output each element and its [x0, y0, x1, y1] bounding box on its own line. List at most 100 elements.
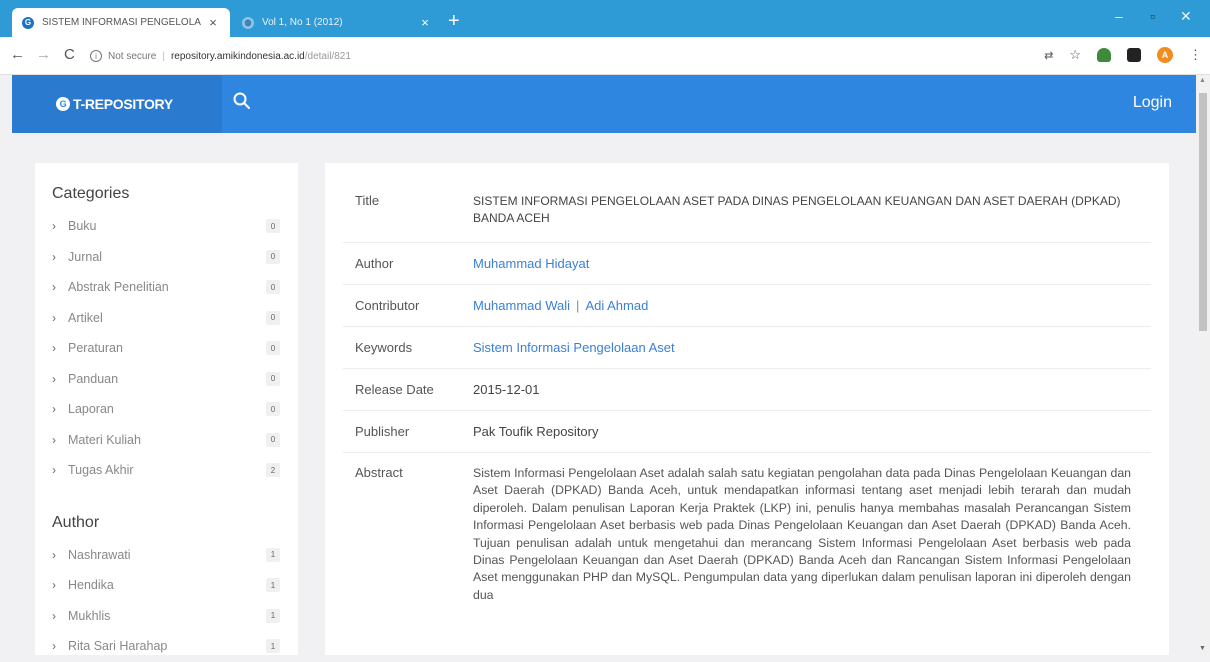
- brand-logo[interactable]: G T-REPOSITORY: [12, 75, 222, 133]
- sidebar-item-category[interactable]: › Abstrak Penelitian 0: [52, 272, 280, 303]
- chevron-right-icon: ›: [52, 608, 56, 623]
- tab-title: SISTEM INFORMASI PENGELOLA: [42, 17, 201, 28]
- count-badge: 0: [266, 402, 280, 417]
- minimize-icon[interactable]: –: [1115, 8, 1123, 24]
- contributor-link[interactable]: Adi Ahmad: [585, 298, 648, 313]
- chevron-right-icon: ›: [52, 547, 56, 562]
- count-badge: 0: [266, 249, 280, 264]
- count-badge: 0: [266, 432, 280, 447]
- sidebar-item-label: Panduan: [68, 371, 119, 386]
- browser-toolbar: ← → C i Not secure | repository.amikindo…: [0, 37, 1210, 75]
- sidebar-item-label: Rita Sari Harahap: [68, 639, 168, 654]
- chevron-right-icon: ›: [52, 310, 56, 325]
- detail-label: Release Date: [355, 382, 434, 397]
- restore-icon[interactable]: ▫: [1150, 8, 1155, 24]
- back-arrow-icon[interactable]: ←: [10, 46, 25, 63]
- detail-label: Abstract: [355, 465, 403, 480]
- sidebar-item-label: Tugas Akhir: [68, 463, 134, 478]
- translate-icon[interactable]: ⇄: [1044, 49, 1053, 62]
- tab-title: Vol 1, No 1 (2012): [262, 17, 343, 28]
- sidebar-item-category[interactable]: › Materi Kuliah 0: [52, 425, 280, 456]
- close-window-icon[interactable]: ✕: [1180, 8, 1192, 25]
- document-title: SISTEM INFORMASI PENGELOLAAN ASET PADA D…: [473, 194, 1121, 225]
- sidebar-item-author[interactable]: › Hendika 1: [52, 570, 280, 601]
- sidebar-item-category[interactable]: › Artikel 0: [52, 303, 280, 334]
- sidebar-item-category[interactable]: › Laporan 0: [52, 394, 280, 425]
- new-tab-icon[interactable]: +: [448, 10, 460, 32]
- count-badge: 0: [266, 280, 280, 295]
- profile-avatar[interactable]: A: [1157, 47, 1173, 63]
- chevron-right-icon: ›: [52, 432, 56, 447]
- browser-tab-inactive[interactable]: ◍ Vol 1, No 1 (2012) ×: [232, 8, 442, 37]
- sidebar-item-label: Laporan: [68, 402, 114, 417]
- star-icon[interactable]: ☆: [1069, 47, 1081, 63]
- count-badge: 2: [266, 463, 280, 478]
- scroll-down-arrow-icon[interactable]: ▼: [1199, 645, 1206, 652]
- search-icon[interactable]: [230, 89, 254, 113]
- forward-arrow-icon[interactable]: →: [36, 46, 51, 63]
- sidebar-item-category[interactable]: › Buku 0: [52, 211, 280, 242]
- sidebar-item-label: Materi Kuliah: [68, 432, 141, 447]
- address-bar[interactable]: i Not secure | repository.amikindonesia.…: [90, 43, 1020, 69]
- extension-area: ⇄ ☆ A ⋮: [1044, 47, 1202, 63]
- author-heading: Author: [52, 513, 100, 531]
- sidebar-item-author[interactable]: › Nashrawati 1: [52, 540, 280, 571]
- scroll-up-arrow-icon[interactable]: ▲: [1199, 77, 1206, 84]
- count-badge: 1: [266, 578, 280, 593]
- browser-tab-bar: G SISTEM INFORMASI PENGELOLA × ◍ Vol 1, …: [0, 0, 1210, 37]
- abstract-text: Sistem Informasi Pengelolaan Aset adalah…: [473, 466, 1131, 602]
- sidebar-item-label: Abstrak Penelitian: [68, 280, 169, 295]
- url-host: repository.amikindonesia.ac.id: [170, 50, 305, 62]
- sidebar: Categories › Buku 0 › Jurnal 0 › Abstrak Peneli…: [35, 163, 298, 655]
- browser-tab-active[interactable]: G SISTEM INFORMASI PENGELOLA ×: [12, 8, 230, 37]
- sidebar-item-label: Mukhlis: [68, 608, 111, 623]
- detail-label: Author: [355, 256, 394, 271]
- chevron-right-icon: ›: [52, 280, 56, 295]
- close-tab-icon[interactable]: ×: [206, 15, 220, 30]
- chevron-right-icon: ›: [52, 249, 56, 264]
- menu-kebab-icon[interactable]: ⋮: [1189, 47, 1202, 63]
- sidebar-item-author[interactable]: › Mukhlis 1: [52, 601, 280, 632]
- info-icon[interactable]: i: [90, 50, 102, 62]
- detail-card: Title SISTEM INFORMASI PENGELOLAAN ASET …: [325, 163, 1169, 655]
- detail-row-contributor: Contributor Muhammad Wali | Adi Ahmad: [343, 285, 1151, 327]
- sidebar-item-label: Nashrawati: [68, 547, 131, 562]
- contributor-list: Muhammad Wali | Adi Ahmad: [473, 298, 1151, 313]
- sidebar-item-label: Jurnal: [68, 249, 103, 264]
- contributor-link[interactable]: Muhammad Wali: [473, 298, 570, 313]
- scroll-thumb[interactable]: [1199, 93, 1207, 331]
- contributor-separator: |: [576, 298, 580, 313]
- sidebar-item-label: Hendika: [68, 578, 114, 593]
- keyword-link[interactable]: Sistem Informasi Pengelolaan Aset: [473, 340, 1151, 355]
- dark-extension-icon[interactable]: [1127, 48, 1141, 62]
- detail-row-publisher: Publisher Pak Toufik Repository: [343, 411, 1151, 453]
- url-path: /detail/821: [304, 50, 351, 62]
- count-badge: 1: [266, 547, 280, 562]
- detail-row-keywords: Keywords Sistem Informasi Pengelolaan As…: [343, 327, 1151, 369]
- chevron-right-icon: ›: [52, 578, 56, 593]
- sidebar-item-category[interactable]: › Peraturan 0: [52, 333, 280, 364]
- detail-row-abstract: Abstract Sistem Informasi Pengelolaan As…: [343, 453, 1151, 604]
- login-link[interactable]: Login: [1133, 94, 1172, 112]
- detail-label: Contributor: [355, 298, 420, 313]
- count-badge: 0: [266, 371, 280, 386]
- detail-row-title: Title SISTEM INFORMASI PENGELOLAAN ASET …: [343, 181, 1151, 243]
- detail-label: Publisher: [355, 424, 410, 439]
- categories-list: › Buku 0 › Jurnal 0 › Abstrak Penelitian 0 › Artik…: [52, 211, 280, 486]
- count-badge: 1: [266, 608, 280, 623]
- sidebar-item-author[interactable]: › Rita Sari Harahap 1: [52, 631, 280, 662]
- sidebar-item-category[interactable]: › Tugas Akhir 2: [52, 455, 280, 486]
- page-scrollbar[interactable]: ▲ ▼: [1196, 75, 1210, 655]
- count-badge: 0: [266, 310, 280, 325]
- categories-heading: Categories: [52, 185, 130, 202]
- sidebar-item-category[interactable]: › Panduan 0: [52, 364, 280, 395]
- sidebar-item-label: Peraturan: [68, 341, 123, 356]
- chevron-right-icon: ›: [52, 463, 56, 478]
- reload-icon[interactable]: C: [64, 46, 75, 63]
- shield-extension-icon[interactable]: [1097, 48, 1111, 62]
- author-link[interactable]: Muhammad Hidayat: [473, 256, 1151, 271]
- sidebar-item-category[interactable]: › Jurnal 0: [52, 242, 280, 273]
- close-tab-icon[interactable]: ×: [418, 15, 432, 30]
- globe-favicon-icon: ◍: [242, 16, 254, 29]
- count-badge: 0: [266, 219, 280, 234]
